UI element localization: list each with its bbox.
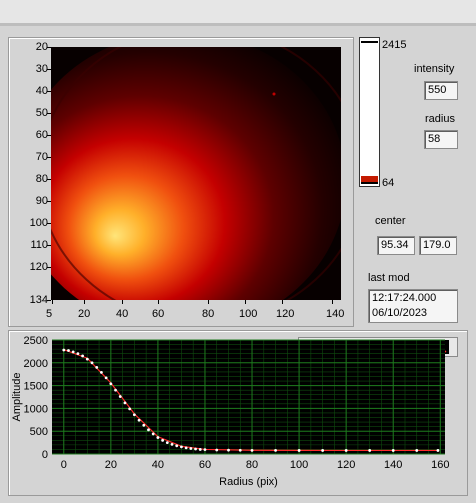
legend-data-marker-icon: [352, 343, 370, 350]
image-y-tick-mark: [47, 300, 51, 301]
image-x-tick-mark: [282, 300, 283, 304]
image-y-tick: 134: [29, 294, 48, 306]
intensity-label: intensity: [414, 63, 455, 75]
image-y-tick-mark: [47, 135, 51, 136]
image-x-tick: 20: [78, 308, 91, 320]
legend-fit-line-icon: [421, 342, 447, 353]
image-y-tick-mark: [47, 113, 51, 114]
colorbar-min-label: 64: [382, 177, 395, 189]
legend-fit-label: Fit: [384, 341, 397, 353]
legend-data-swatch[interactable]: [347, 340, 375, 354]
top-strip: [0, 0, 476, 26]
image-y-tick: 100: [29, 217, 48, 229]
colorbar-max-label: 2415: [382, 39, 407, 51]
image-y-tick: 120: [29, 261, 48, 273]
profile-legend: Data Fit: [298, 337, 458, 357]
image-x-tick-mark: [52, 300, 53, 304]
last-mod-label: last mod: [368, 272, 410, 284]
center-label: center: [375, 215, 406, 227]
colorbar: [359, 37, 380, 187]
image-x-tick-mark: [245, 300, 246, 304]
image-y-tick-mark: [47, 201, 51, 202]
last-mod-date: 06/10/2023: [372, 307, 428, 319]
image-y-tick-mark: [47, 267, 51, 268]
center-x-value: 95.34: [377, 236, 415, 255]
legend-fit-swatch[interactable]: [419, 340, 449, 354]
image-y-tick: 110: [30, 239, 48, 251]
image-x-tick: 40: [116, 308, 129, 320]
colorbar-max-marker[interactable]: [361, 41, 378, 43]
image-x-tick: 5: [46, 308, 53, 320]
image-x-tick: 100: [239, 308, 258, 320]
image-y-tick-mark: [47, 47, 51, 48]
image-x-tick-mark: [84, 300, 85, 304]
image-y-tick-mark: [47, 179, 51, 180]
image-y-tick-mark: [47, 69, 51, 70]
image-x-tick-mark: [208, 300, 209, 304]
image-x-tick-mark: [332, 300, 333, 304]
intensity-image[interactable]: [16, 26, 364, 332]
last-mod-time: 12:17:24.000: [372, 292, 437, 304]
image-y-tick-mark: [47, 223, 51, 224]
image-x-tick-mark: [122, 300, 123, 304]
image-x-tick: 140: [326, 308, 345, 320]
radius-label: radius: [425, 113, 455, 125]
radius-value: 58: [424, 130, 458, 149]
image-y-tick-mark: [47, 157, 51, 158]
image-x-tick: 80: [202, 308, 215, 320]
colorbar-min-marker[interactable]: [361, 182, 378, 184]
image-x-tick-mark: [158, 300, 159, 304]
intensity-image-svg: [16, 26, 364, 332]
center-y-value: 179.0: [419, 236, 457, 255]
image-y-tick-mark: [47, 91, 51, 92]
image-y-tick-mark: [47, 245, 51, 246]
legend-data-label: Data: [314, 341, 338, 353]
intensity-value: 550: [424, 81, 458, 100]
image-x-tick: 60: [152, 308, 165, 320]
image-x-tick: 120: [276, 308, 295, 320]
